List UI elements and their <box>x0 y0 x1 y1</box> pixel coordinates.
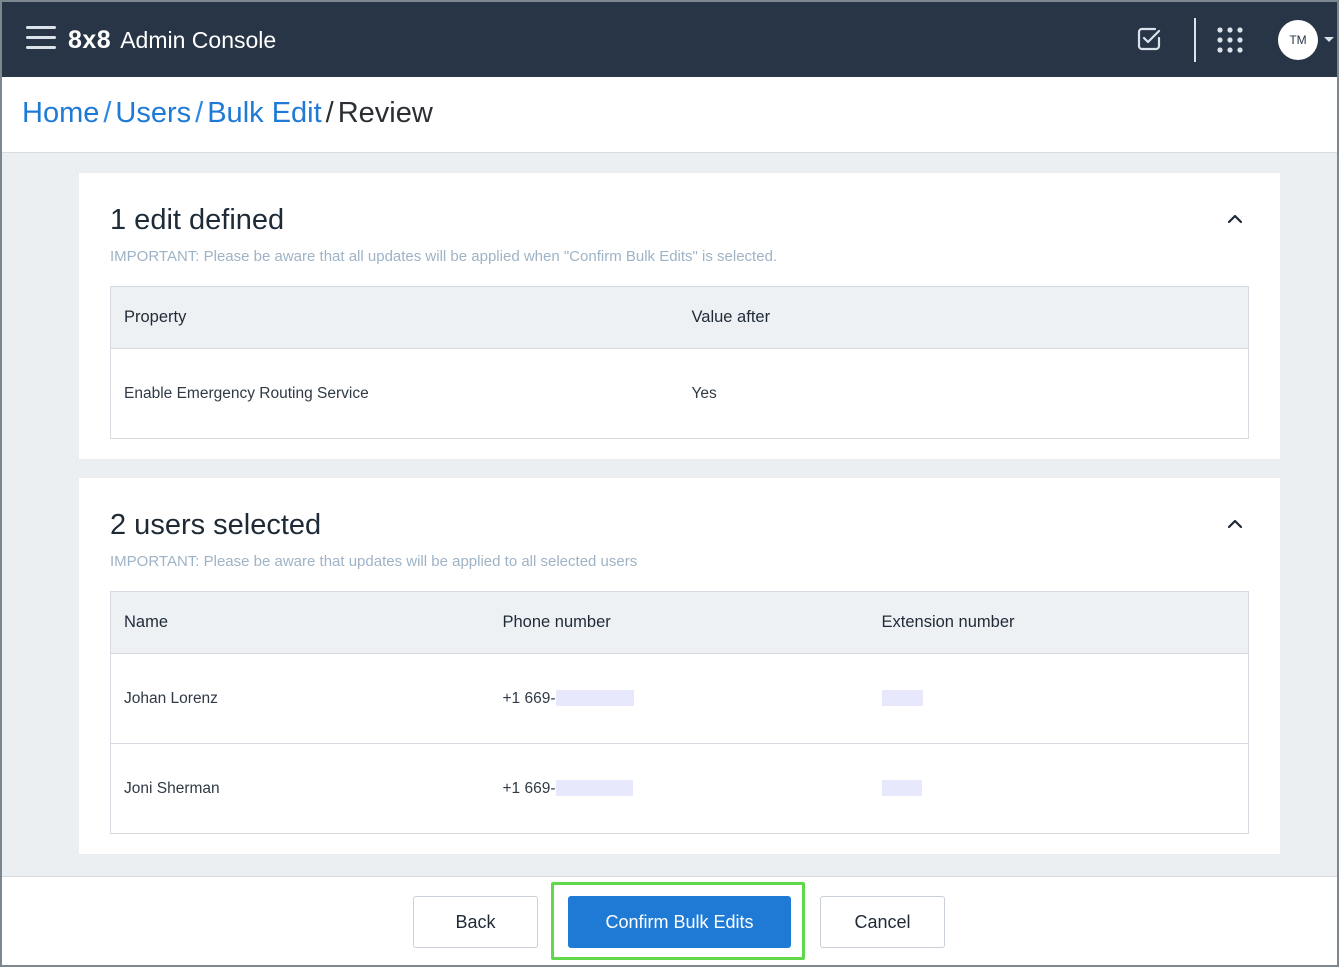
action-footer: Back Confirm Bulk Edits Cancel <box>2 876 1337 965</box>
breadcrumb-home[interactable]: Home <box>22 97 99 129</box>
users-card-title: 2 users selected <box>110 509 322 541</box>
redacted-phone <box>555 690 634 707</box>
breadcrumb-separator: / <box>103 97 112 129</box>
top-bar: 8x8 Admin Console TM <box>2 2 1337 77</box>
menu-icon[interactable] <box>26 26 56 50</box>
value-after-cell: Yes <box>691 384 717 402</box>
cancel-button[interactable]: Cancel <box>820 896 945 948</box>
app-title: Admin Console <box>120 26 277 53</box>
edits-card-title: 1 edit defined <box>110 204 285 236</box>
redacted-extension <box>881 780 922 797</box>
brand: 8x8 Admin Console <box>68 22 276 58</box>
table-header-row: Property Value after <box>110 286 1249 349</box>
column-header-name: Name <box>110 591 490 654</box>
phone-number-cell: +1 669- <box>489 653 869 744</box>
breadcrumb-bar: Home / Users / Bulk Edit / Review <box>2 77 1337 153</box>
chevron-up-icon[interactable] <box>1225 211 1245 225</box>
extension-cell <box>869 744 1249 834</box>
breadcrumb-users[interactable]: Users <box>115 97 191 129</box>
user-avatar[interactable]: TM <box>1278 20 1318 60</box>
header-divider <box>1194 18 1196 62</box>
app-window: 8x8 Admin Console TM Home / Users / Bulk Edi… <box>0 0 1339 967</box>
table-row: Enable Emergency Routing Service Yes <box>111 349 1249 439</box>
brand-logo: 8x8 <box>68 25 112 54</box>
app-grid-icon[interactable] <box>1217 27 1243 53</box>
breadcrumb-separator: / <box>325 97 334 129</box>
user-name-cell: Johan Lorenz <box>110 653 490 744</box>
column-header-phone-number: Phone number <box>489 591 869 654</box>
breadcrumb-current: Review <box>337 97 433 129</box>
phone-number-cell: +1 669- <box>490 744 869 834</box>
edits-card: 1 edit defined IMPORTANT: Please be awar… <box>79 173 1280 459</box>
phone-prefix: +1 669- <box>502 689 556 707</box>
column-header-value-after: Value after <box>678 286 1249 349</box>
edits-card-notice: IMPORTANT: Please be aware that all upda… <box>110 248 778 265</box>
back-button[interactable]: Back <box>413 896 538 948</box>
breadcrumb-bulk-edit[interactable]: Bulk Edit <box>207 97 321 129</box>
tasks-checkbox-icon[interactable] <box>1136 26 1162 52</box>
redacted-phone <box>555 780 633 797</box>
confirm-bulk-edits-button[interactable]: Confirm Bulk Edits <box>568 896 791 948</box>
breadcrumb-separator: / <box>195 97 204 129</box>
breadcrumb: Home / Users / Bulk Edit / Review <box>22 97 433 130</box>
column-header-property: Property <box>110 286 679 349</box>
users-table: Name Phone number Extension number Johan… <box>110 591 1249 834</box>
table-header-row: Name Phone number Extension number <box>110 591 1249 654</box>
table-row: Joni Sherman +1 669- <box>111 744 1249 834</box>
table-row: Johan Lorenz +1 669- <box>110 653 1249 744</box>
chevron-down-icon[interactable] <box>1324 37 1334 42</box>
column-header-extension-number: Extension number <box>868 591 1249 654</box>
property-cell: Enable Emergency Routing Service <box>124 384 369 402</box>
redacted-extension <box>881 690 923 707</box>
chevron-up-icon[interactable] <box>1225 516 1245 530</box>
edits-table: Property Value after Enable Emergency Ro… <box>110 286 1249 439</box>
users-card-notice: IMPORTANT: Please be aware that updates … <box>110 553 638 570</box>
user-name-cell: Joni Sherman <box>124 779 220 797</box>
users-card: 2 users selected IMPORTANT: Please be aw… <box>79 478 1280 854</box>
phone-prefix: +1 669- <box>502 779 556 797</box>
extension-cell <box>868 653 1249 744</box>
